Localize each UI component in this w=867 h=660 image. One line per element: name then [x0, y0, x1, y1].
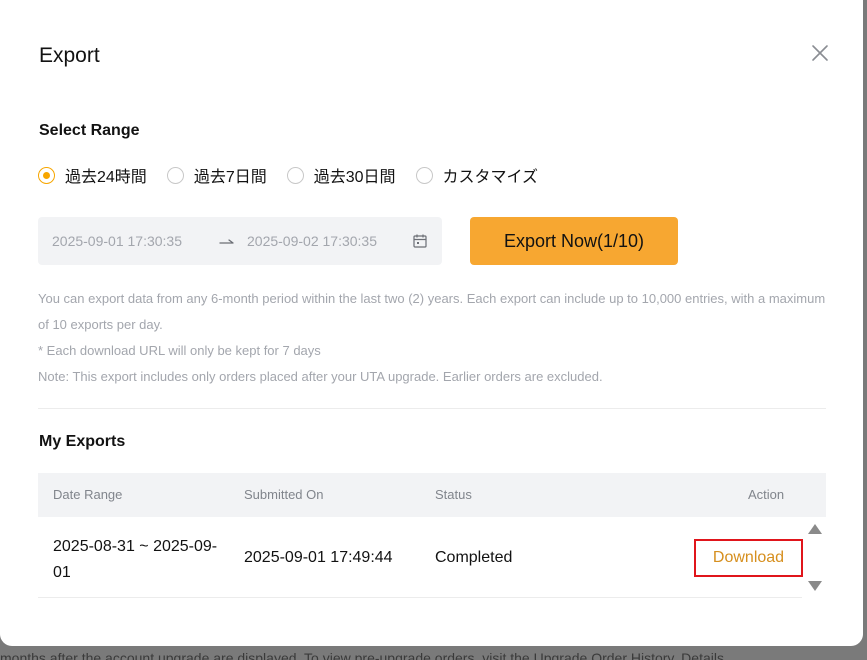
radio-custom[interactable]: カスタマイズ	[415, 163, 539, 187]
radio-label: 過去24時間	[65, 169, 147, 186]
export-notes: You can export data from any 6-month per…	[38, 286, 828, 390]
cell-submitted-on: 2025-09-01 17:49:44	[244, 549, 393, 566]
export-modal: Export Select Range 過去24時間 過去7日間 過去30日間 …	[0, 0, 863, 646]
radio-label: 過去7日間	[193, 169, 267, 186]
radio-7d[interactable]: 過去7日間	[166, 163, 267, 187]
column-header-submitted-on: Submitted On	[244, 487, 324, 502]
download-button[interactable]: Download	[694, 539, 803, 577]
radio-24h[interactable]: 過去24時間	[38, 163, 147, 187]
export-now-button[interactable]: Export Now(1/10)	[470, 217, 678, 265]
select-range-title: Select Range	[39, 122, 140, 139]
my-exports-title: My Exports	[39, 433, 126, 450]
radio-30d[interactable]: 過去30日間	[286, 163, 396, 187]
column-header-status: Status	[435, 487, 472, 502]
range-radio-group: 過去24時間 過去7日間 過去30日間 カスタマイズ	[38, 164, 558, 186]
column-header-action: Action	[748, 487, 785, 502]
radio-label: カスタマイズ	[442, 169, 539, 186]
cell-date-range: 2025-08-31 ~ 2025-09-01	[53, 538, 218, 581]
note-line: Note: This export includes only orders p…	[38, 369, 603, 384]
table-row: 2025-08-31 ~ 2025-09-01 2025-09-01 17:49…	[38, 517, 803, 598]
cell-status: Completed	[435, 549, 513, 566]
section-divider	[38, 408, 826, 409]
column-header-date-range: Date Range	[53, 487, 123, 502]
radio-unchecked-icon	[166, 166, 184, 184]
radio-unchecked-icon	[415, 166, 433, 184]
date-end-input[interactable]: 2025-09-02 17:30:35	[247, 233, 377, 249]
date-start-input[interactable]: 2025-09-01 17:30:35	[52, 233, 182, 249]
calendar-icon[interactable]	[412, 233, 428, 249]
radio-checked-icon	[38, 166, 55, 184]
close-icon	[812, 45, 828, 61]
exports-table-header: Date Range Submitted On Status Action	[38, 473, 826, 517]
scroll-down-arrow-icon[interactable]	[807, 580, 823, 592]
close-button[interactable]	[808, 41, 832, 65]
note-line: * Each download URL will only be kept fo…	[38, 343, 321, 358]
scroll-up-arrow-icon[interactable]	[807, 523, 823, 535]
background-page-text: months after the account upgrade are dis…	[0, 650, 724, 660]
radio-label: 過去30日間	[313, 169, 396, 186]
radio-unchecked-icon	[286, 166, 304, 184]
modal-title: Export	[39, 44, 100, 67]
date-range-picker[interactable]: 2025-09-01 17:30:35 2025-09-02 17:30:35	[38, 217, 442, 265]
arrow-right-icon	[219, 239, 234, 244]
note-line: You can export data from any 6-month per…	[38, 291, 826, 332]
